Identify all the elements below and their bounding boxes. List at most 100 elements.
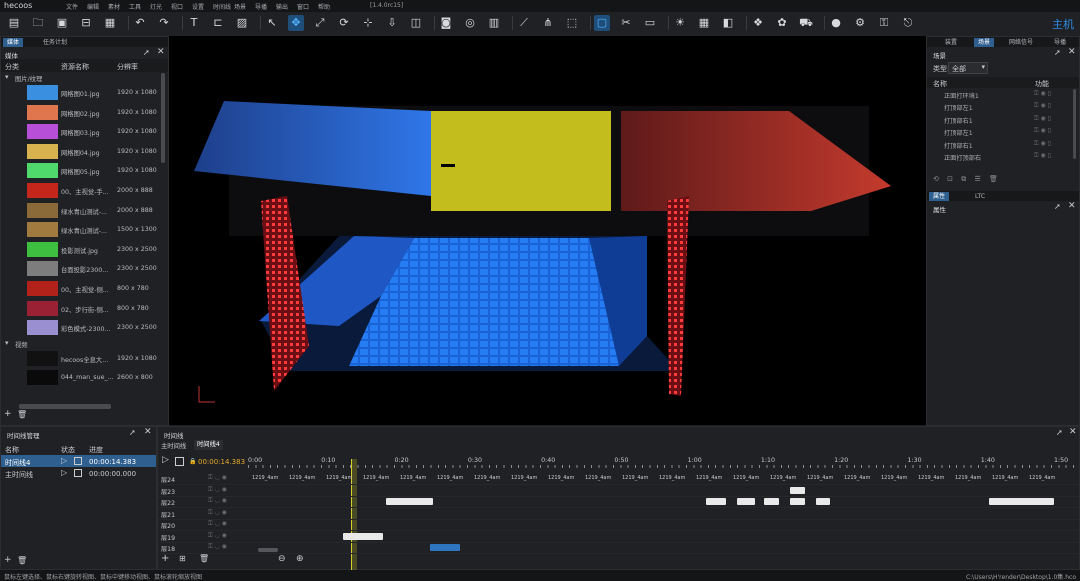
tab-media[interactable]: 媒体 — [3, 38, 24, 47]
media-item[interactable]: 台面投影2300... 2300 x 2500 — [1, 259, 159, 278]
zoom-in-icon[interactable]: ⊕ — [296, 554, 304, 564]
marker-label[interactable]: 1219_4am — [363, 475, 389, 481]
scene-item-actions-icon[interactable]: ⚿ ◉ ▯ — [1034, 152, 1051, 160]
close-icon[interactable]: ✕ — [1069, 427, 1077, 437]
frame-icon[interactable]: ⊏ — [210, 15, 226, 31]
media-item[interactable]: 绿水青山测试-... 1500 x 1300 — [1, 220, 159, 239]
scene-item[interactable]: 打顶部左1 ⚿ ◉ ▯ — [934, 127, 1074, 138]
media-group[interactable]: ▾ 图片/纹理 — [1, 72, 159, 83]
timeline-clip[interactable] — [790, 486, 805, 494]
light-icon[interactable]: ☀ — [672, 15, 688, 31]
play-icon[interactable]: ▷ — [61, 456, 67, 465]
close-icon[interactable]: ✕ — [144, 427, 152, 437]
play-icon[interactable]: ▷ — [162, 455, 169, 465]
timeline-clip[interactable] — [816, 498, 830, 505]
scene-scrollbar[interactable] — [1073, 89, 1076, 159]
menu-item[interactable]: 窗口 — [297, 2, 309, 11]
timeline-layer-row[interactable]: 层22 ⚿ ◡ ◉ — [158, 496, 1079, 508]
timeline-clip[interactable] — [790, 498, 805, 505]
marker-label[interactable]: 1219_4am — [622, 475, 648, 481]
add-icon[interactable]: + — [4, 555, 12, 565]
media-item[interactable]: 彩色模式-2300... 2300 x 2500 — [1, 318, 159, 337]
timeline-layer-row[interactable]: 层20 ⚿ ◡ ◉ — [158, 519, 1079, 531]
move-icon[interactable]: ✥ — [288, 15, 304, 31]
pin-icon[interactable]: ➚ — [129, 428, 136, 437]
palette-icon[interactable]: ✿ — [774, 15, 790, 31]
stop-icon[interactable] — [74, 469, 82, 477]
filter-select[interactable]: 全部 ▾ — [948, 62, 988, 74]
layer-controls-icon[interactable]: ⚿ ◡ ◉ — [208, 497, 227, 505]
marker-label[interactable]: 1219_4am — [1029, 475, 1055, 481]
menu-item[interactable]: 帮助 — [318, 2, 330, 11]
menu-item[interactable]: 导播 — [255, 2, 267, 11]
timeline-layer-row[interactable]: 层23 ⚿ ◡ ◉ — [158, 485, 1079, 497]
save-as-icon[interactable]: ⊟ — [78, 15, 94, 31]
mapping-icon[interactable]: ⬚ — [564, 15, 580, 31]
timeline-clip[interactable] — [764, 498, 779, 505]
timeline-clip[interactable] — [430, 544, 460, 551]
lock-icon[interactable]: ⊡ — [947, 175, 953, 183]
media-item[interactable]: hecoos全息大... 1920 x 1080 — [1, 349, 159, 368]
marker-label[interactable]: 1219_4am — [252, 475, 278, 481]
layer-controls-icon[interactable]: ⚿ ◡ ◉ — [208, 509, 227, 517]
exit-icon[interactable]: ⎋ — [900, 15, 916, 31]
media-group[interactable]: ▾ 视频 — [1, 338, 159, 349]
marker-label[interactable]: 1219_4am — [326, 475, 352, 481]
marker-label[interactable]: 1219_4am — [881, 475, 907, 481]
close-icon[interactable]: ✕ — [157, 47, 165, 57]
cube-icon[interactable]: ◫ — [408, 15, 424, 31]
tab-network-signal[interactable]: 网络信号 — [1005, 38, 1037, 47]
marker-label[interactable]: 1219_4am — [696, 475, 722, 481]
timeline-clip[interactable] — [706, 498, 726, 505]
layer-controls-icon[interactable]: ⚿ ◡ ◉ — [208, 474, 227, 482]
add-icon[interactable]: + — [4, 409, 12, 419]
media-item[interactable]: 投影测试.jpg 2300 x 2500 — [1, 240, 159, 259]
align-icon[interactable]: ⇩ — [384, 15, 400, 31]
media-item[interactable]: 044_man_sue_... 2600 x 800 — [1, 368, 159, 387]
projector-icon[interactable]: ◙ — [438, 15, 454, 31]
text-icon[interactable]: T — [186, 15, 202, 31]
view-box-icon[interactable]: ▢ — [594, 15, 610, 31]
marker-label[interactable]: 1219_4am — [770, 475, 796, 481]
pivot-icon[interactable]: ⊹ — [360, 15, 376, 31]
add-icon[interactable]: + — [161, 553, 169, 564]
tab-ltc[interactable]: LTC — [971, 192, 989, 201]
scene-item[interactable]: 打顶部右1 ⚿ ◉ ▯ — [934, 140, 1074, 151]
media-item[interactable]: 网格图01.jpg 1920 x 1080 — [1, 83, 159, 102]
timeline-layer-row[interactable]: 层21 ⚿ ◡ ◉ — [158, 508, 1079, 520]
archive-icon[interactable]: ▦ — [102, 15, 118, 31]
timeline-list-row[interactable]: 时间线4 ▷ 00:00:14.383 — [1, 455, 156, 467]
marker-label[interactable]: 1219_4am — [400, 475, 426, 481]
timeline-layer-row[interactable]: 层24 ⚿ ◡ ◉ 1219_4am 1219_4am 1219_4am 1219_4am… — [158, 473, 1079, 485]
menu-item[interactable]: 素材 — [108, 2, 120, 11]
timeline-layer-row[interactable]: 层19 ⚿ ◡ ◉ — [158, 531, 1079, 543]
grid-icon[interactable]: ▦ — [696, 15, 712, 31]
select-arrow-icon[interactable]: ↖ — [264, 15, 280, 31]
menu-item[interactable]: 编辑 — [87, 2, 99, 11]
media-item[interactable]: 网格图02.jpg 1920 x 1080 — [1, 103, 159, 122]
tab-properties[interactable]: 属性 — [929, 192, 950, 201]
tab-main-timeline[interactable]: 主时间线 — [161, 441, 186, 450]
layer-controls-icon[interactable]: ⚿ ◡ ◉ — [208, 520, 227, 528]
scene-item-actions-icon[interactable]: ⚿ ◉ ▯ — [1034, 127, 1051, 135]
led-icon[interactable]: ▥ — [486, 15, 502, 31]
timeline-layer-row[interactable]: 层18 ⚿ ◡ ◉ — [158, 542, 1079, 554]
timeline-hscrollbar[interactable] — [258, 548, 278, 552]
lock-icon[interactable]: 🔒 — [189, 458, 196, 465]
timeline-list-row[interactable]: 主时间线 ▷ 00:00:00.000 — [1, 467, 156, 479]
close-icon[interactable]: ✕ — [1068, 47, 1076, 57]
scene-item-actions-icon[interactable]: ⚿ ◉ ▯ — [1034, 102, 1051, 110]
layer-controls-icon[interactable]: ⚿ ◡ ◉ — [208, 532, 227, 540]
menu-item[interactable]: 视口 — [171, 2, 183, 11]
marker-label[interactable]: 1219_4am — [992, 475, 1018, 481]
tab-devices[interactable]: 装置 — [941, 38, 961, 47]
undo-icon[interactable]: ↶ — [132, 15, 148, 31]
marker-label[interactable]: 1219_4am — [807, 475, 833, 481]
marker-label[interactable]: 1219_4am — [955, 475, 981, 481]
timeline-clip[interactable] — [343, 532, 383, 540]
marker-label[interactable]: 1219_4am — [659, 475, 685, 481]
media-item[interactable]: 网格图04.jpg 1920 x 1080 — [1, 142, 159, 161]
scale-icon[interactable]: ⤢ — [312, 15, 328, 31]
add-layer-icon[interactable]: ⊞ — [179, 554, 186, 563]
trash-icon[interactable]: 🗑 — [199, 554, 209, 563]
